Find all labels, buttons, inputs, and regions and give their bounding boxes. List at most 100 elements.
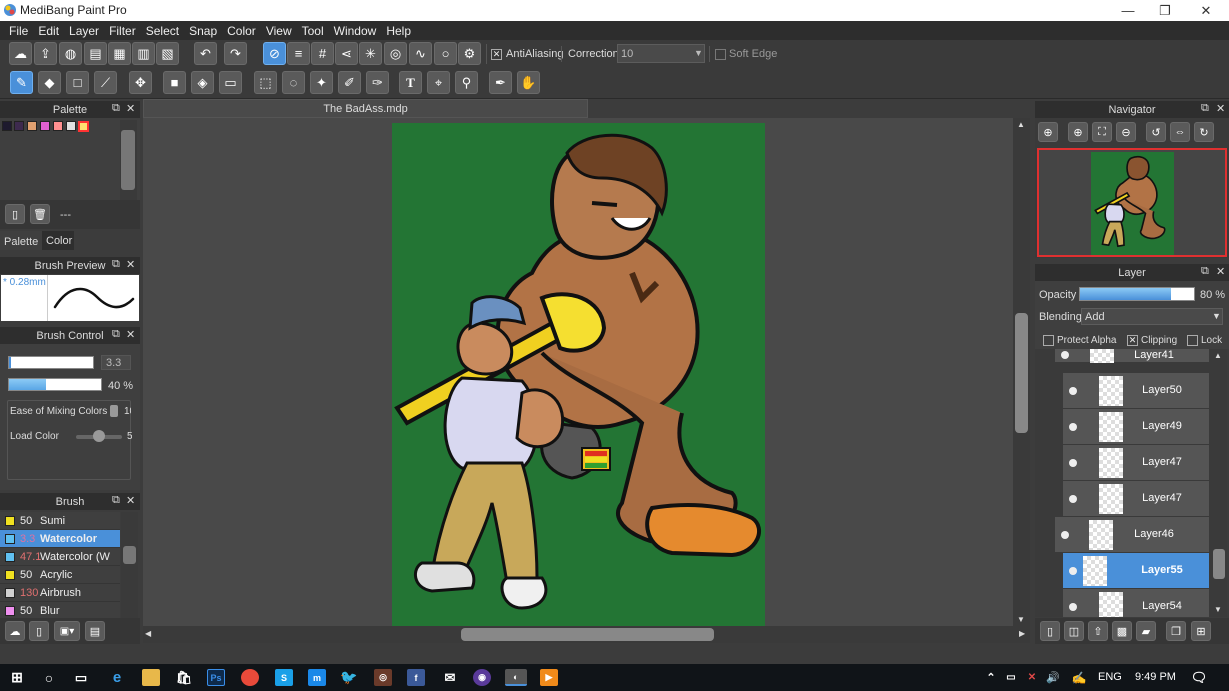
float-icon[interactable]: ⧉ — [1201, 102, 1209, 115]
float-icon[interactable]: ⧉ — [112, 494, 120, 507]
pipette-tool-icon[interactable]: ✒ — [489, 71, 512, 94]
pen-tray-icon[interactable]: ✍ — [1070, 669, 1088, 686]
layer-row[interactable]: Layer50 — [1063, 373, 1209, 409]
menu-filter[interactable]: Filter — [104, 24, 141, 38]
store-icon[interactable]: 🛍 — [175, 669, 193, 686]
brush-item[interactable]: 130 Airbrush — [0, 584, 120, 602]
layer-row[interactable]: Layer49 — [1063, 409, 1209, 445]
layer-row-selected[interactable]: Layer55 — [1063, 553, 1209, 589]
layer-row[interactable]: Layer47 — [1063, 481, 1209, 517]
canvas-vertical-scrollbar[interactable]: ▲ ▼ — [1013, 118, 1030, 626]
tab-palette[interactable]: Palette — [0, 231, 42, 250]
layer-row[interactable]: Layer47 — [1063, 445, 1209, 481]
brush-item[interactable]: 50 Blur — [0, 602, 120, 618]
float-icon[interactable]: ⧉ — [112, 328, 120, 341]
brush-size-value[interactable]: 3.3 — [101, 355, 131, 370]
menu-tool[interactable]: Tool — [297, 24, 329, 38]
scrollbar-thumb[interactable] — [1213, 549, 1225, 579]
blending-select[interactable]: Add ▼ — [1081, 308, 1223, 325]
battery-icon[interactable]: ▭ — [1002, 669, 1020, 686]
swatch[interactable] — [66, 121, 76, 131]
lasso-tool-icon[interactable]: ◌ — [282, 71, 305, 94]
panel-icon[interactable]: ▥ — [132, 42, 155, 65]
messenger-icon[interactable]: m — [308, 669, 326, 686]
task-view-icon[interactable]: ▭ — [72, 669, 90, 686]
curve-snap-icon[interactable]: ∿ — [409, 42, 432, 65]
vanishing-snap-icon[interactable]: ⋖ — [335, 42, 358, 65]
scroll-up-icon[interactable]: ▲ — [1017, 120, 1025, 129]
protect-alpha-checkbox[interactable] — [1043, 335, 1054, 346]
cloud-brush-icon[interactable]: ☁ — [5, 621, 25, 641]
swatch[interactable] — [53, 121, 63, 131]
soft-edge-checkbox[interactable] — [715, 49, 726, 60]
language-indicator[interactable]: ENG — [1098, 671, 1122, 683]
close-button[interactable]: ✕ — [1186, 0, 1226, 21]
menu-edit[interactable]: Edit — [33, 24, 64, 38]
snap-off-icon[interactable]: ⊘ — [263, 42, 286, 65]
snap-settings-icon[interactable]: ⚙ — [458, 42, 481, 65]
menu-snap[interactable]: Snap — [184, 24, 222, 38]
radial-snap-icon[interactable]: ✳ — [359, 42, 382, 65]
select-rect-tool-icon[interactable]: ⬚ — [254, 71, 277, 94]
zoom-out-icon[interactable]: ⊖ — [1116, 122, 1136, 142]
layer-folder-row[interactable]: Layer46 — [1055, 517, 1209, 553]
visibility-eye-icon[interactable] — [1061, 531, 1069, 539]
float-icon[interactable]: ⧉ — [112, 258, 120, 271]
visibility-eye-icon[interactable] — [1061, 351, 1069, 359]
menu-view[interactable]: View — [261, 24, 297, 38]
brush-type-dropdown-icon[interactable]: ▣▾ — [54, 621, 80, 641]
new-page-icon[interactable]: ▯ — [5, 204, 25, 224]
visibility-eye-icon[interactable] — [1069, 495, 1077, 503]
clipping-checkbox[interactable]: ✕ — [1127, 335, 1138, 346]
visibility-eye-icon[interactable] — [1069, 567, 1077, 575]
game-app-icon[interactable]: ◉ — [473, 669, 491, 686]
brush-item[interactable]: 50 Acrylic — [0, 566, 120, 584]
canvas-horizontal-scrollbar[interactable]: ◀ ▶ — [143, 626, 1030, 643]
medibang-taskbar-icon[interactable]: ◐ — [505, 669, 527, 686]
brush-size-slider[interactable] — [8, 356, 94, 369]
magic-wand-tool-icon[interactable]: ✦ — [310, 71, 333, 94]
menu-help[interactable]: Help — [381, 24, 416, 38]
close-icon[interactable]: ✕ — [126, 328, 135, 341]
menu-select[interactable]: Select — [141, 24, 184, 38]
scroll-left-icon[interactable]: ◀ — [145, 629, 151, 638]
document-icon[interactable]: ▦ — [108, 42, 131, 65]
close-icon[interactable]: ✕ — [1216, 102, 1225, 115]
visibility-eye-icon[interactable] — [1069, 603, 1077, 611]
visibility-eye-icon[interactable] — [1069, 423, 1077, 431]
grid-icon[interactable]: ▧ — [156, 42, 179, 65]
text-tool-icon[interactable]: T — [399, 71, 422, 94]
mixing-slider-handle[interactable] — [110, 405, 118, 417]
eraser-tool-icon[interactable]: ◆ — [38, 71, 61, 94]
canvas-area[interactable] — [143, 118, 1013, 626]
ellipse-snap-icon[interactable]: ○ — [434, 42, 457, 65]
volume-icon[interactable]: 🔊 — [1044, 669, 1062, 686]
folder-icon[interactable]: ▰ — [1136, 621, 1156, 641]
brush-item[interactable]: 47.1 Watercolor (W — [0, 548, 120, 566]
canvas[interactable] — [392, 123, 765, 626]
brush-list-scrollbar[interactable] — [121, 512, 138, 618]
scrollbar-thumb[interactable] — [121, 130, 135, 190]
close-icon[interactable]: ✕ — [126, 102, 135, 115]
antialiasing-checkbox[interactable]: ✕ — [491, 49, 502, 60]
import-image-icon[interactable]: ⇧ — [1088, 621, 1108, 641]
swatch-selected[interactable] — [78, 121, 89, 132]
scroll-down-icon[interactable]: ▼ — [1017, 615, 1025, 624]
menu-window[interactable]: Window — [329, 24, 382, 38]
scrollbar-thumb[interactable] — [1015, 313, 1028, 433]
bucket-tool-icon[interactable]: ◈ — [191, 71, 214, 94]
cross-snap-icon[interactable]: # — [311, 42, 334, 65]
rotate-right-icon[interactable]: ↻ — [1194, 122, 1214, 142]
media-app-icon[interactable]: ◎ — [374, 669, 392, 686]
layer-opacity-slider[interactable] — [1079, 287, 1195, 301]
new-tone-layer-icon[interactable]: ▩ — [1112, 621, 1132, 641]
eyedropper-tool-icon[interactable]: ⚲ — [455, 71, 478, 94]
flip-icon[interactable]: ⇔ — [1170, 122, 1190, 142]
select-pen-tool-icon[interactable]: ✐ — [338, 71, 361, 94]
swatch[interactable] — [27, 121, 37, 131]
layer-menu-icon[interactable]: ⊞ — [1191, 621, 1211, 641]
menu-file[interactable]: File — [4, 24, 33, 38]
notifications-icon[interactable]: 🗨 — [1190, 669, 1208, 686]
menu-layer[interactable]: Layer — [64, 24, 104, 38]
tab-color[interactable]: Color — [42, 231, 74, 250]
